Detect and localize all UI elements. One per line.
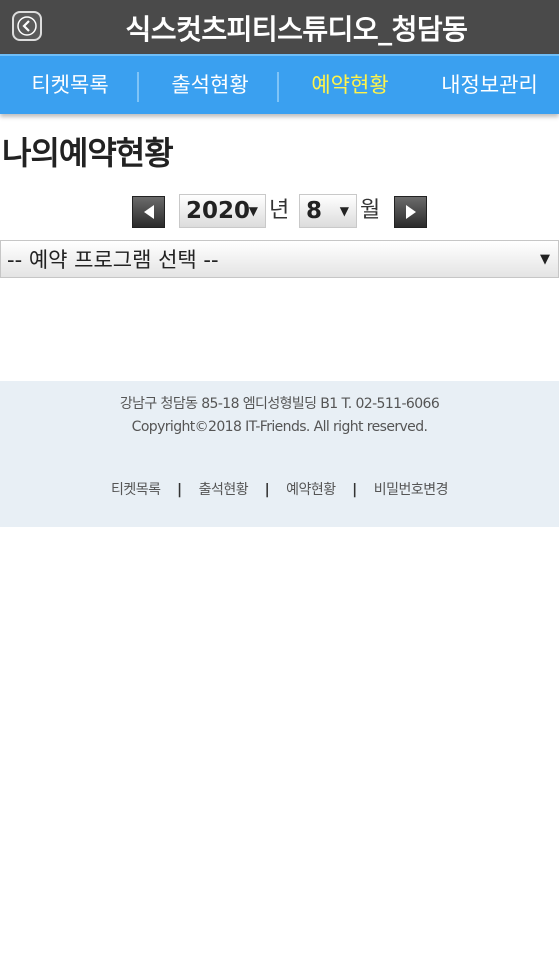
dropdown-caret-icon: ▼: [248, 204, 258, 218]
month-select[interactable]: 8 ▼: [299, 194, 357, 228]
dropdown-caret-icon: ▼: [339, 204, 349, 218]
prev-month-button[interactable]: [132, 196, 165, 228]
footer-separator: |: [352, 482, 358, 498]
footer-link-tickets[interactable]: 티켓목록: [111, 482, 161, 498]
month-unit-label: 월: [360, 198, 381, 223]
year-select[interactable]: 2020 ▼: [179, 194, 266, 228]
title-bar: 식스컷츠피티스튜디오_청담동: [0, 0, 559, 54]
year-value: 2020: [186, 198, 251, 224]
page-title: 나의예약현황: [2, 134, 174, 172]
footer-link-attendance[interactable]: 출석현황: [199, 482, 249, 498]
footer-link-reservations[interactable]: 예약현황: [286, 482, 336, 498]
program-select-value: -- 예약 프로그램 선택 --: [7, 248, 219, 272]
back-button[interactable]: [12, 11, 42, 41]
nav-divider: [137, 72, 139, 102]
footer-links: 티켓목록 | 출석현황 | 예약현황 | 비밀번호변경: [0, 479, 559, 499]
footer-separator: |: [177, 482, 183, 498]
footer-link-change-password[interactable]: 비밀번호변경: [374, 482, 449, 498]
footer-address: 강남구 청담동 85-18 엠디성형빌딩 B1 T. 02-511-6066: [119, 396, 440, 412]
arrow-left-icon: [144, 205, 154, 219]
app-title: 식스컷츠피티스튜디오_청담동: [125, 13, 468, 46]
nav-divider: [277, 72, 279, 102]
footer: 강남구 청담동 85-18 엠디성형빌딩 B1 T. 02-511-6066 C…: [0, 381, 559, 527]
dropdown-caret-icon: ▼: [540, 252, 550, 267]
month-selector: 2020 ▼ 년 8 ▼ 월: [0, 194, 559, 230]
nav-tab-reservations[interactable]: 예약현황: [280, 56, 420, 116]
nav-tab-tickets[interactable]: 티켓목록: [0, 56, 140, 116]
nav-tab-my-info[interactable]: 내정보관리: [420, 56, 559, 116]
next-month-button[interactable]: [394, 196, 427, 228]
footer-copyright: Copyright©2018 IT-Friends. All right res…: [131, 419, 428, 435]
month-value: 8: [306, 198, 323, 224]
main-nav: 티켓목록 출석현황 예약현황 내정보관리: [0, 54, 559, 114]
back-arrow-icon: [17, 16, 37, 36]
nav-tab-attendance[interactable]: 출석현황: [140, 56, 280, 116]
arrow-right-icon: [406, 205, 416, 219]
footer-separator: |: [264, 482, 270, 498]
program-select[interactable]: -- 예약 프로그램 선택 -- ▼: [0, 240, 559, 278]
year-unit-label: 년: [269, 198, 290, 223]
